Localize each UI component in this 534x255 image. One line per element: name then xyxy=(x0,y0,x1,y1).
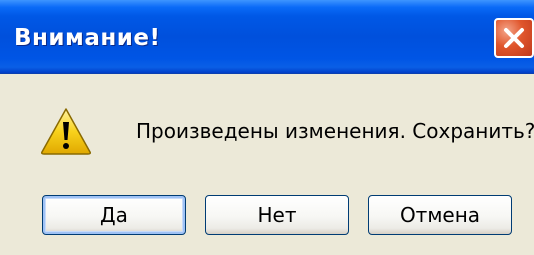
cancel-button[interactable]: Отмена xyxy=(368,195,512,235)
warning-icon xyxy=(41,108,91,155)
dialog-body: Произведены изменения. Сохранить? Да Нет… xyxy=(0,74,534,255)
close-icon xyxy=(504,28,524,48)
yes-button[interactable]: Да xyxy=(42,195,186,235)
title-bar[interactable]: Внимание! xyxy=(0,0,534,74)
dialog-window: Внимание! Произведены изменения. Сохрани… xyxy=(0,0,534,255)
dialog-message: Произведены изменения. Сохранить? xyxy=(136,119,534,143)
window-title: Внимание! xyxy=(14,25,161,51)
close-button[interactable] xyxy=(494,18,534,58)
no-button[interactable]: Нет xyxy=(205,195,349,235)
